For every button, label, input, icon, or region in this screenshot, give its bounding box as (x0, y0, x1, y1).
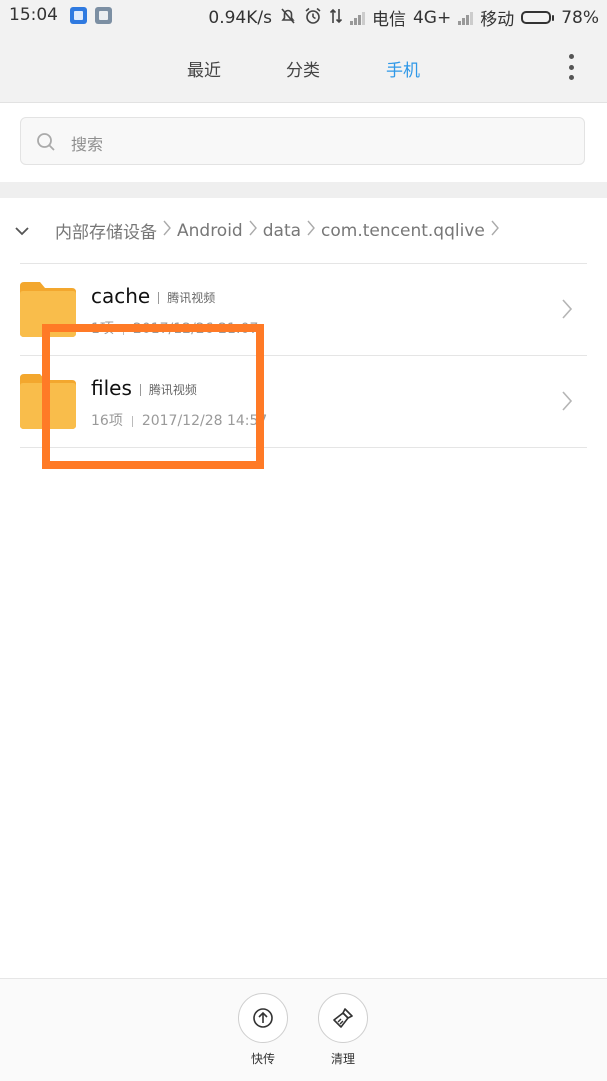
breadcrumb: 内部存储设备 Android data com.tencent.qqlive (0, 198, 607, 262)
search-icon (36, 132, 56, 156)
clean-label: 清理 (330, 1052, 355, 1066)
quick-transfer-button[interactable]: 快传 (236, 993, 290, 1067)
battery-icon (521, 11, 555, 24)
search-input[interactable]: 搜索 (20, 117, 585, 165)
upload-icon (238, 993, 288, 1043)
breadcrumb-item-android[interactable]: Android (177, 221, 243, 241)
more-options-icon[interactable] (567, 54, 575, 80)
carrier-2: 移动 (480, 10, 515, 30)
chevron-right-icon (248, 219, 258, 242)
carrier-1: 电信 (371, 10, 406, 30)
search-placeholder: 搜索 (71, 135, 104, 154)
alarm-icon (304, 7, 322, 29)
chevron-down-icon[interactable] (14, 222, 30, 241)
highlight-annotation-box (42, 324, 264, 469)
signal-icon-2 (458, 11, 474, 25)
chevron-right-icon (561, 390, 573, 416)
notification-app-icon-2 (95, 6, 112, 24)
search-area: 搜索 (0, 103, 607, 181)
clean-button[interactable]: 清理 (316, 993, 370, 1067)
quick-transfer-label: 快传 (250, 1052, 275, 1066)
top-tab-bar: 最近 分类 手机 (0, 32, 607, 103)
chevron-right-icon (306, 219, 316, 242)
tab-phone[interactable]: 手机 (386, 56, 420, 81)
tab-recent[interactable]: 最近 (187, 56, 221, 81)
notification-app-icon (70, 6, 87, 24)
breadcrumb-item-storage[interactable]: 内部存储设备 (55, 218, 157, 243)
folder-app-tag: 腾讯视频 (167, 291, 216, 305)
broom-icon (318, 993, 368, 1043)
signal-icon (349, 11, 365, 25)
folder-name: cache (91, 284, 151, 308)
network-speed: 0.94K/s (208, 7, 272, 28)
chevron-right-icon (490, 219, 500, 242)
tab-category[interactable]: 分类 (286, 56, 320, 81)
status-time: 15:04 (9, 5, 58, 25)
bottom-action-bar: 快传 清理 (0, 978, 607, 1081)
data-transfer-icon (329, 7, 343, 29)
battery-percent: 78% (561, 7, 599, 28)
chevron-right-icon (162, 219, 172, 242)
status-bar: 15:04 0.94K/s 电信 4G+ 移动 78% (0, 0, 607, 32)
breadcrumb-item-package[interactable]: com.tencent.qqlive (321, 221, 485, 241)
chevron-right-icon (561, 298, 573, 324)
section-divider (0, 182, 607, 198)
breadcrumb-item-data[interactable]: data (263, 221, 301, 241)
network-type: 4G+ (412, 7, 452, 28)
mute-icon (279, 7, 297, 29)
